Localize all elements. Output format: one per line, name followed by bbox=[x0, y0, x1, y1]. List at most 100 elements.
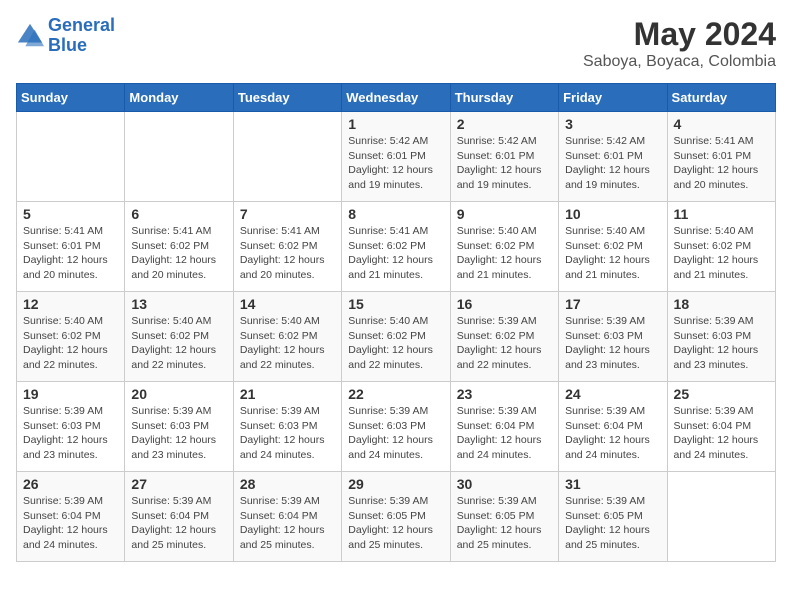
cell-content: Sunrise: 5:39 AMSunset: 6:04 PMDaylight:… bbox=[240, 494, 337, 553]
calendar-cell: 8 Sunrise: 5:41 AMSunset: 6:02 PMDaylight… bbox=[342, 202, 450, 292]
calendar-cell: 29Sunrise: 5:39 AMSunset: 6:05 PMDayligh… bbox=[342, 472, 450, 562]
day-number: 18 bbox=[674, 296, 771, 312]
weekday-header: Wednesday bbox=[342, 84, 450, 112]
day-number: 2 bbox=[457, 116, 554, 132]
cell-content: Sunrise: 5:39 AMSunset: 6:03 PMDaylight:… bbox=[565, 314, 662, 373]
calendar-cell: 7 Sunrise: 5:41 AMSunset: 6:02 PMDaylight… bbox=[233, 202, 341, 292]
cell-content: Sunrise: 5:41 AMSunset: 6:01 PMDaylight:… bbox=[674, 134, 771, 193]
calendar-cell: 31 Sunrise: 5:39 AMSunset: 6:05 PMDayligh… bbox=[559, 472, 667, 562]
calendar-cell: 19Sunrise: 5:39 AMSunset: 6:03 PMDayligh… bbox=[17, 382, 125, 472]
weekday-header: Tuesday bbox=[233, 84, 341, 112]
day-number: 13 bbox=[131, 296, 228, 312]
day-number: 10 bbox=[565, 206, 662, 222]
calendar-subtitle: Saboya, Boyaca, Colombia bbox=[583, 53, 776, 71]
cell-content: Sunrise: 5:40 AMSunset: 6:02 PMDaylight:… bbox=[674, 224, 771, 283]
cell-content: Sunrise: 5:40 AMSunset: 6:02 PMDaylight:… bbox=[131, 314, 228, 373]
weekday-header: Monday bbox=[125, 84, 233, 112]
calendar-cell: 15Sunrise: 5:40 AMSunset: 6:02 PMDayligh… bbox=[342, 292, 450, 382]
page-header: General Blue May 2024 Saboya, Boyaca, Co… bbox=[16, 16, 776, 71]
calendar-cell: 18 Sunrise: 5:39 AMSunset: 6:03 PMDayligh… bbox=[667, 292, 775, 382]
cell-content: Sunrise: 5:40 AMSunset: 6:02 PMDaylight:… bbox=[348, 314, 445, 373]
calendar-cell: 12 Sunrise: 5:40 AMSunset: 6:02 PMDayligh… bbox=[17, 292, 125, 382]
day-number: 4 bbox=[674, 116, 771, 132]
calendar-cell: 16Sunrise: 5:39 AMSunset: 6:02 PMDayligh… bbox=[450, 292, 558, 382]
calendar-cell: 5 Sunrise: 5:41 AMSunset: 6:01 PMDaylight… bbox=[17, 202, 125, 292]
calendar-cell: 30 Sunrise: 5:39 AMSunset: 6:05 PMDayligh… bbox=[450, 472, 558, 562]
cell-content: Sunrise: 5:39 AMSunset: 6:04 PMDaylight:… bbox=[457, 404, 554, 463]
calendar-cell: 1 Sunrise: 5:42 AMSunset: 6:01 PMDaylight… bbox=[342, 112, 450, 202]
calendar-cell: 9Sunrise: 5:40 AMSunset: 6:02 PMDaylight… bbox=[450, 202, 558, 292]
cell-content: Sunrise: 5:39 AMSunset: 6:03 PMDaylight:… bbox=[674, 314, 771, 373]
calendar-cell: 21Sunrise: 5:39 AMSunset: 6:03 PMDayligh… bbox=[233, 382, 341, 472]
weekday-header: Thursday bbox=[450, 84, 558, 112]
calendar-week-row: 26Sunrise: 5:39 AMSunset: 6:04 PMDayligh… bbox=[17, 472, 776, 562]
cell-content: Sunrise: 5:39 AMSunset: 6:03 PMDaylight:… bbox=[131, 404, 228, 463]
day-number: 21 bbox=[240, 386, 337, 402]
weekday-header: Saturday bbox=[667, 84, 775, 112]
calendar-cell: 4 Sunrise: 5:41 AMSunset: 6:01 PMDaylight… bbox=[667, 112, 775, 202]
calendar-cell: 14 Sunrise: 5:40 AMSunset: 6:02 PMDayligh… bbox=[233, 292, 341, 382]
cell-content: Sunrise: 5:39 AMSunset: 6:02 PMDaylight:… bbox=[457, 314, 554, 373]
logo-icon bbox=[16, 22, 44, 50]
day-number: 31 bbox=[565, 476, 662, 492]
calendar-cell bbox=[667, 472, 775, 562]
day-number: 20 bbox=[131, 386, 228, 402]
calendar-cell: 24 Sunrise: 5:39 AMSunset: 6:04 PMDayligh… bbox=[559, 382, 667, 472]
day-number: 22 bbox=[348, 386, 445, 402]
title-block: May 2024 Saboya, Boyaca, Colombia bbox=[583, 16, 776, 71]
calendar-cell: 23Sunrise: 5:39 AMSunset: 6:04 PMDayligh… bbox=[450, 382, 558, 472]
day-number: 27 bbox=[131, 476, 228, 492]
day-number: 12 bbox=[23, 296, 120, 312]
cell-content: Sunrise: 5:39 AMSunset: 6:05 PMDaylight:… bbox=[348, 494, 445, 553]
calendar-week-row: 1 Sunrise: 5:42 AMSunset: 6:01 PMDaylight… bbox=[17, 112, 776, 202]
day-number: 24 bbox=[565, 386, 662, 402]
day-number: 28 bbox=[240, 476, 337, 492]
day-number: 9 bbox=[457, 206, 554, 222]
day-number: 8 bbox=[348, 206, 445, 222]
logo: General Blue bbox=[16, 16, 115, 56]
calendar-week-row: 5 Sunrise: 5:41 AMSunset: 6:01 PMDaylight… bbox=[17, 202, 776, 292]
calendar-cell: 22 Sunrise: 5:39 AMSunset: 6:03 PMDayligh… bbox=[342, 382, 450, 472]
day-number: 5 bbox=[23, 206, 120, 222]
weekday-header: Friday bbox=[559, 84, 667, 112]
calendar-week-row: 12 Sunrise: 5:40 AMSunset: 6:02 PMDayligh… bbox=[17, 292, 776, 382]
weekday-header-row: SundayMondayTuesdayWednesdayThursdayFrid… bbox=[17, 84, 776, 112]
cell-content: Sunrise: 5:42 AMSunset: 6:01 PMDaylight:… bbox=[348, 134, 445, 193]
cell-content: Sunrise: 5:42 AMSunset: 6:01 PMDaylight:… bbox=[457, 134, 554, 193]
calendar-cell: 26Sunrise: 5:39 AMSunset: 6:04 PMDayligh… bbox=[17, 472, 125, 562]
cell-content: Sunrise: 5:39 AMSunset: 6:04 PMDaylight:… bbox=[131, 494, 228, 553]
day-number: 30 bbox=[457, 476, 554, 492]
weekday-header: Sunday bbox=[17, 84, 125, 112]
cell-content: Sunrise: 5:41 AMSunset: 6:01 PMDaylight:… bbox=[23, 224, 120, 283]
day-number: 17 bbox=[565, 296, 662, 312]
cell-content: Sunrise: 5:39 AMSunset: 6:04 PMDaylight:… bbox=[565, 404, 662, 463]
cell-content: Sunrise: 5:39 AMSunset: 6:05 PMDaylight:… bbox=[457, 494, 554, 553]
day-number: 6 bbox=[131, 206, 228, 222]
calendar-week-row: 19Sunrise: 5:39 AMSunset: 6:03 PMDayligh… bbox=[17, 382, 776, 472]
calendar-cell: 13 Sunrise: 5:40 AMSunset: 6:02 PMDayligh… bbox=[125, 292, 233, 382]
cell-content: Sunrise: 5:41 AMSunset: 6:02 PMDaylight:… bbox=[240, 224, 337, 283]
cell-content: Sunrise: 5:40 AMSunset: 6:02 PMDaylight:… bbox=[23, 314, 120, 373]
calendar-table: SundayMondayTuesdayWednesdayThursdayFrid… bbox=[16, 83, 776, 562]
cell-content: Sunrise: 5:42 AMSunset: 6:01 PMDaylight:… bbox=[565, 134, 662, 193]
day-number: 14 bbox=[240, 296, 337, 312]
day-number: 25 bbox=[674, 386, 771, 402]
cell-content: Sunrise: 5:39 AMSunset: 6:04 PMDaylight:… bbox=[674, 404, 771, 463]
day-number: 7 bbox=[240, 206, 337, 222]
day-number: 1 bbox=[348, 116, 445, 132]
cell-content: Sunrise: 5:41 AMSunset: 6:02 PMDaylight:… bbox=[348, 224, 445, 283]
cell-content: Sunrise: 5:40 AMSunset: 6:02 PMDaylight:… bbox=[240, 314, 337, 373]
cell-content: Sunrise: 5:39 AMSunset: 6:03 PMDaylight:… bbox=[348, 404, 445, 463]
calendar-cell: 25 Sunrise: 5:39 AMSunset: 6:04 PMDayligh… bbox=[667, 382, 775, 472]
calendar-cell: 3 Sunrise: 5:42 AMSunset: 6:01 PMDaylight… bbox=[559, 112, 667, 202]
cell-content: Sunrise: 5:39 AMSunset: 6:04 PMDaylight:… bbox=[23, 494, 120, 553]
day-number: 11 bbox=[674, 206, 771, 222]
day-number: 3 bbox=[565, 116, 662, 132]
calendar-cell: 6Sunrise: 5:41 AMSunset: 6:02 PMDaylight… bbox=[125, 202, 233, 292]
cell-content: Sunrise: 5:40 AMSunset: 6:02 PMDaylight:… bbox=[565, 224, 662, 283]
cell-content: Sunrise: 5:39 AMSunset: 6:05 PMDaylight:… bbox=[565, 494, 662, 553]
calendar-cell bbox=[125, 112, 233, 202]
calendar-cell: 11 Sunrise: 5:40 AMSunset: 6:02 PMDayligh… bbox=[667, 202, 775, 292]
calendar-cell: 10 Sunrise: 5:40 AMSunset: 6:02 PMDayligh… bbox=[559, 202, 667, 292]
calendar-cell: 17 Sunrise: 5:39 AMSunset: 6:03 PMDayligh… bbox=[559, 292, 667, 382]
